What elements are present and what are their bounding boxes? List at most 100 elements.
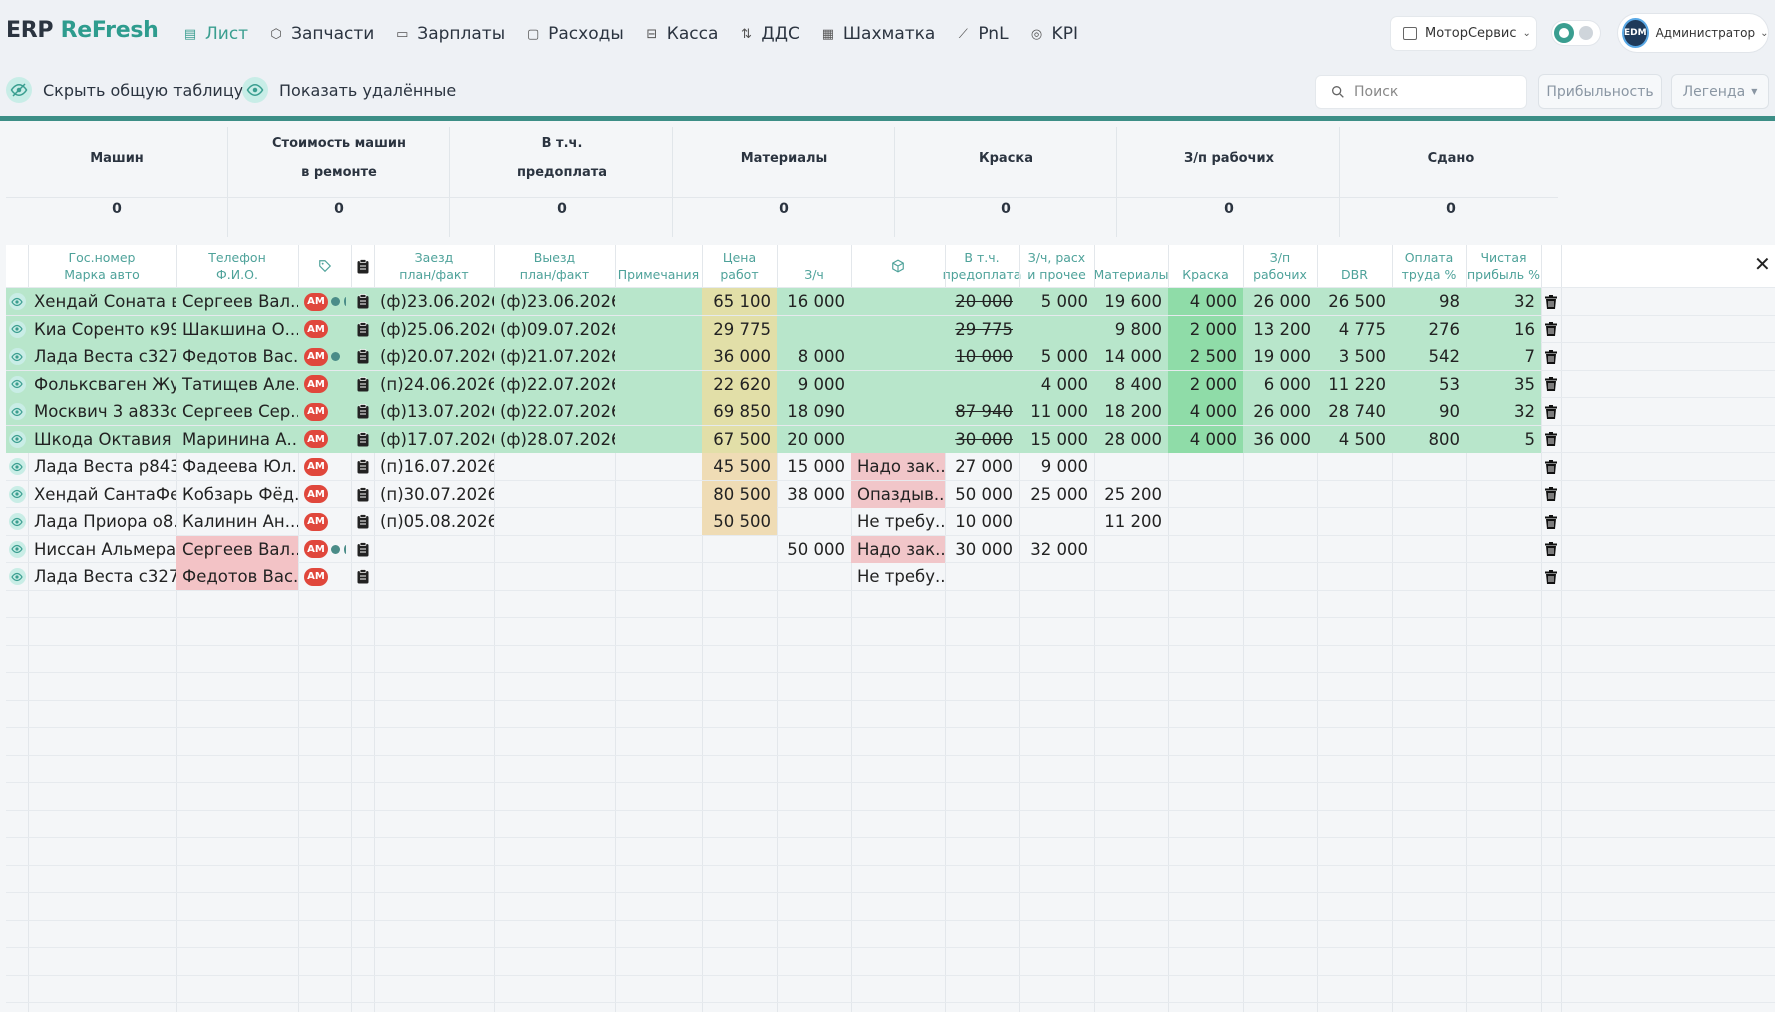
app-logo[interactable]: ERP ReFresh	[6, 18, 159, 43]
close-icon[interactable]: ✕	[1754, 252, 1771, 276]
am-badge: AM	[304, 485, 328, 503]
row-view-button[interactable]	[6, 453, 28, 480]
wh-cell: 18 090	[787, 402, 845, 421]
nav-item-1[interactable]: ⬡ Запчасти	[268, 21, 374, 47]
trash-icon[interactable]	[1541, 288, 1561, 315]
user-menu[interactable]: EDM Администратор ⌄	[1618, 14, 1768, 52]
row-view-button[interactable]	[6, 316, 28, 343]
price-cell: 69 850	[702, 398, 777, 425]
table-row[interactable]: Лада Веста р843... Фадеева Юл... AM (п)16.0…	[6, 453, 1561, 480]
grid-line	[6, 947, 1775, 948]
notes-cell	[615, 426, 702, 453]
net-cell: 16	[1514, 319, 1535, 339]
trash-icon[interactable]	[1541, 481, 1561, 508]
price-cell: 80 500	[702, 480, 777, 508]
trash-icon[interactable]	[1541, 371, 1561, 398]
legend-button[interactable]: Легенда ▼	[1672, 75, 1768, 108]
column-header-price: Цена работ	[720, 250, 759, 282]
nav-item-8[interactable]: ◎ KPI	[1029, 21, 1078, 47]
clipboard-icon[interactable]	[351, 481, 374, 508]
row-view-button[interactable]	[6, 426, 28, 453]
company-selector[interactable]: МоторСервис ⌄	[1391, 17, 1536, 50]
trash-icon[interactable]	[1541, 343, 1561, 370]
tags-cell: AM	[298, 453, 351, 480]
nav-item-7[interactable]: ⟋ PnL	[955, 21, 1009, 47]
labor-cell: 98	[1439, 292, 1460, 311]
row-view-button[interactable]	[6, 536, 28, 563]
theme-toggle[interactable]	[1552, 21, 1600, 45]
nav-item-5[interactable]: ⇅ ДДС	[738, 21, 800, 47]
car-cell: Ниссан Альмера...	[34, 539, 176, 559]
row-view-button[interactable]	[6, 508, 28, 535]
table-row[interactable]: Ниссан Альмера...Сергеев Вал... AM 50 000 Н…	[6, 535, 1561, 563]
parts-status-cell	[851, 343, 945, 370]
table-row[interactable]: Киа Соренто к99... Шакшина О... AM (ф)25.06…	[6, 315, 1561, 343]
grid-line	[6, 590, 1775, 591]
grid-line	[6, 727, 1775, 728]
row-view-button[interactable]	[6, 343, 28, 370]
table-row[interactable]: Лада Веста с327... Федотов Вас... AM (ф)20.…	[6, 343, 1561, 370]
paint-cell	[1168, 536, 1243, 563]
trash-icon[interactable]	[1541, 398, 1561, 425]
dbr-cell	[1317, 453, 1392, 480]
clipboard-icon[interactable]	[351, 508, 374, 535]
clipboard-icon[interactable]	[351, 563, 374, 590]
salary-cell: 13 200	[1253, 319, 1311, 339]
trash-icon[interactable]	[1541, 563, 1561, 590]
clipboard-icon[interactable]	[351, 288, 374, 315]
hide-table-button[interactable]: Скрыть общую таблицу	[6, 77, 243, 103]
notes-cell	[615, 563, 702, 590]
nav-item-3[interactable]: ▢ Расходы	[525, 21, 624, 47]
trash-icon[interactable]	[1541, 426, 1561, 453]
clipboard-icon[interactable]	[351, 371, 374, 398]
search-box[interactable]	[1316, 76, 1526, 108]
departure-cell	[494, 536, 615, 563]
clipboard-icon[interactable]	[351, 343, 374, 370]
trash-icon[interactable]	[1541, 316, 1561, 343]
row-view-button[interactable]	[6, 398, 28, 425]
trash-icon[interactable]	[1541, 453, 1561, 480]
table-row[interactable]: Лада Веста с327...Федотов Вас... AM Не тре…	[6, 563, 1561, 590]
row-view-button[interactable]	[6, 481, 28, 508]
summary-label: Стоимость машин в ремонте	[272, 136, 406, 180]
table-row[interactable]: Хендай Соната в... Сергеев Вал... AM (ф)23.…	[6, 288, 1561, 315]
table-row[interactable]: Хендай СантаФе... Кобзарь Фёд... AM (п)30.0…	[6, 480, 1561, 508]
clipboard-icon[interactable]	[351, 453, 374, 480]
nav-item-0[interactable]: ▤ Лист	[182, 21, 248, 47]
arrows-icon: ⇅	[740, 26, 752, 42]
clipboard-icon[interactable]	[351, 426, 374, 453]
clipboard-icon[interactable]	[351, 316, 374, 343]
clipboard-icon[interactable]	[351, 536, 374, 563]
clipboard-icon[interactable]	[351, 398, 374, 425]
tags-cell: AM	[298, 398, 351, 425]
grid-line	[6, 810, 1775, 811]
arrival-cell: (п)24.06.2026	[380, 374, 494, 394]
column-header-notes: Примечания	[617, 267, 700, 282]
search-input[interactable]	[1354, 84, 1514, 100]
trash-icon[interactable]	[1541, 536, 1561, 563]
tags-cell: AM	[298, 371, 351, 398]
row-view-button[interactable]	[6, 563, 28, 590]
row-view-button[interactable]	[6, 288, 28, 315]
row-view-button[interactable]	[6, 371, 28, 398]
nav-item-2[interactable]: ▭ Зарплаты	[394, 21, 505, 47]
trash-icon[interactable]	[1541, 508, 1561, 535]
nav-item-label: ДДС	[761, 24, 800, 44]
divider	[6, 197, 1558, 198]
paint-cell: 2 000	[1168, 370, 1243, 398]
show-deleted-button[interactable]: Показать удалённые	[242, 77, 456, 103]
dbr-cell: 26 500	[1328, 292, 1386, 311]
grid-line	[6, 782, 1775, 783]
show-deleted-label: Показать удалённые	[279, 80, 457, 100]
labor-cell	[1392, 536, 1466, 563]
table-row[interactable]: Лада Приора о8... Калинин Ан... AM (п)05.08…	[6, 508, 1561, 535]
table-row[interactable]: Шкода Октавия у... Маринина А... AM (ф)17.0…	[6, 425, 1561, 453]
tags-cell: AM	[298, 316, 351, 343]
nav-item-6[interactable]: ▦ Шахматка	[820, 21, 936, 47]
column-header-name: Телефон Ф.И.О.	[208, 250, 266, 282]
profitability-button[interactable]: Прибыльность	[1539, 75, 1661, 108]
nav-item-label: Расходы	[548, 24, 624, 44]
table-row[interactable]: Москвич 3 а833о... Сергеев Сер... AM (ф)13.…	[6, 398, 1561, 425]
nav-item-4[interactable]: ⊟ Касса	[644, 21, 718, 47]
table-row[interactable]: Фольксваген Жу... Татищев Але... AM (п)24.0…	[6, 370, 1561, 398]
